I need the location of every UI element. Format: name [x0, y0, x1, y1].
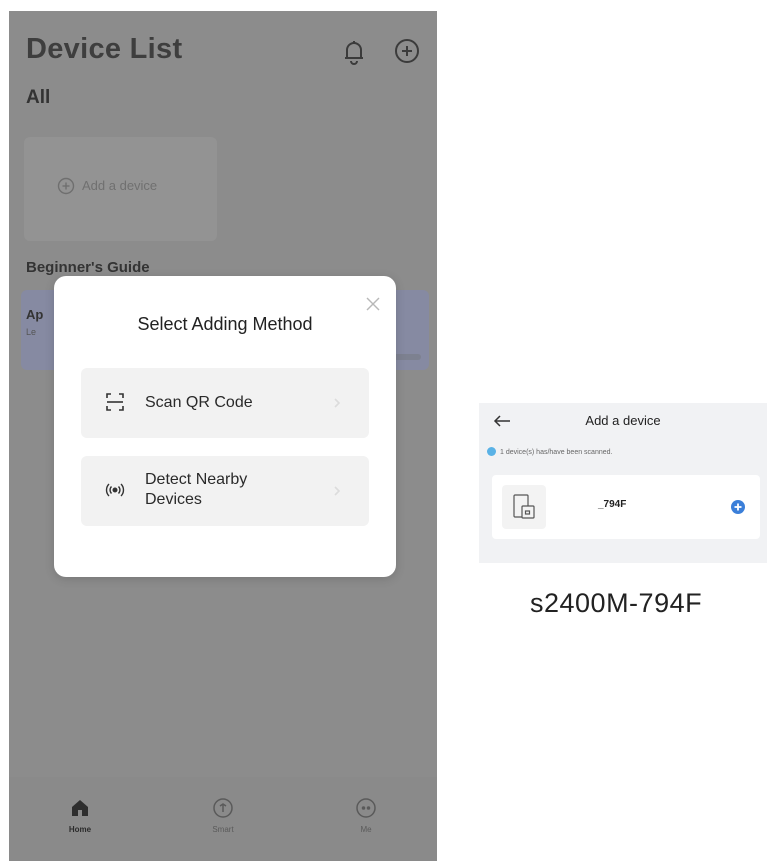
me-icon	[356, 798, 376, 818]
guide-card-subtitle: Le	[26, 327, 37, 337]
bell-icon[interactable]	[343, 39, 365, 65]
close-icon[interactable]	[365, 296, 381, 312]
add-device-card[interactable]: Add a device	[24, 137, 217, 241]
tab-smart[interactable]: Smart	[193, 797, 253, 834]
guide-card-title: Ap	[26, 307, 44, 322]
plus-circle-icon	[57, 177, 75, 195]
scanning-spinner-icon	[487, 447, 496, 456]
smart-icon	[213, 798, 233, 818]
add-device-title: Add a device	[585, 413, 661, 428]
dialog-title: Select Adding Method	[137, 314, 313, 334]
scan-qr-code-label: Scan QR Code	[145, 394, 253, 411]
detect-nearby-devices-option[interactable]: Detect Nearby Devices	[81, 456, 369, 526]
select-adding-method-dialog: Select Adding Method Scan QR Code Detect…	[54, 276, 396, 577]
device-model-caption: s2400M-794F	[530, 588, 703, 618]
tab-home-label: Home	[68, 825, 92, 834]
tab-me-label: Me	[360, 825, 372, 834]
scan-qr-code-option[interactable]: Scan QR Code	[81, 368, 369, 438]
beginners-guide-heading: Beginner's Guide	[26, 259, 150, 276]
bottom-tab-bar: Home Smart Me	[9, 777, 437, 861]
tab-home[interactable]: Home	[50, 797, 110, 834]
add-device-label: Add a device	[82, 178, 158, 193]
tab-smart-label: Smart	[212, 825, 234, 834]
chevron-right-icon	[334, 398, 341, 408]
device-icon	[502, 485, 546, 529]
page-title: Device List	[26, 33, 183, 65]
plus-circle-icon[interactable]	[394, 38, 420, 64]
nearby-broadcast-icon	[105, 483, 125, 497]
add-device-plus-icon[interactable]	[731, 500, 745, 514]
scan-qr-icon	[106, 393, 124, 411]
device-name: _794F	[598, 499, 627, 510]
chevron-right-icon	[334, 486, 341, 496]
scan-status: 1 device(s) has/have been scanned.	[487, 447, 612, 456]
tab-me[interactable]: Me	[336, 797, 396, 834]
home-icon	[72, 800, 88, 816]
detect-nearby-devices-label: Detect Nearby Devices	[145, 471, 248, 508]
scan-status-text: 1 device(s) has/have been scanned.	[500, 449, 613, 456]
section-all-heading: All	[26, 87, 51, 108]
scanned-device-card[interactable]: _794F	[492, 475, 760, 539]
add-a-device-screen: Add a device 1 device(s) has/have been s…	[479, 403, 767, 563]
